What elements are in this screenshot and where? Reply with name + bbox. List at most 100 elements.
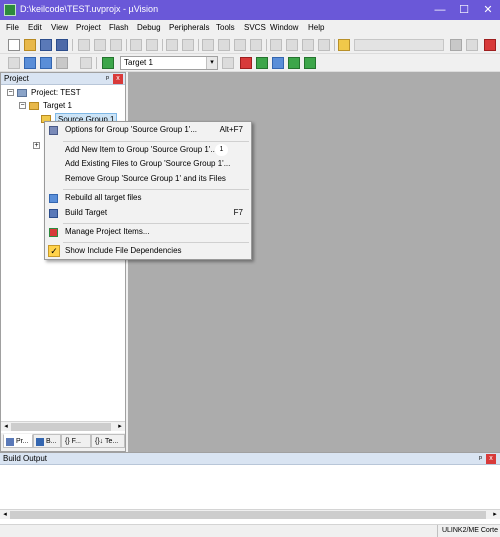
pack-installer-icon[interactable] [272, 57, 284, 69]
manage-components-icon[interactable] [240, 57, 252, 69]
menu-item-shortcut: F7 [233, 208, 243, 217]
debug-session-icon[interactable] [466, 39, 478, 51]
menu-item-manage-project-items[interactable]: Manage Project Items... [45, 225, 251, 239]
new-file-icon[interactable] [8, 39, 20, 51]
navigate-back-icon[interactable] [166, 39, 178, 51]
collapse-toggle-icon[interactable]: − [19, 102, 26, 109]
tab-functions[interactable]: {} F... [61, 434, 91, 448]
target-select[interactable]: Target 1 ▾ [120, 56, 218, 70]
books-tab-icon [36, 438, 44, 446]
open-file-icon[interactable] [24, 39, 36, 51]
batch-build-icon[interactable] [56, 57, 68, 69]
unindent-icon[interactable] [286, 39, 298, 51]
menu-project[interactable]: Project [76, 23, 101, 32]
menu-item-label: Remove Group 'Source Group 1' and its Fi… [65, 174, 226, 183]
clear-bookmarks-icon[interactable] [250, 39, 262, 51]
menu-debug[interactable]: Debug [137, 23, 161, 32]
cut-icon[interactable] [78, 39, 90, 51]
chevron-down-icon[interactable]: ▾ [206, 57, 217, 69]
menu-file[interactable]: File [6, 23, 19, 32]
menu-window[interactable]: Window [270, 23, 298, 32]
incremental-find-icon[interactable] [450, 39, 462, 51]
build-toolbar: Target 1 ▾ [0, 54, 500, 72]
window-title: D:\keilcode\TEST.uvprojx - µVision [20, 4, 159, 14]
stop-build-icon[interactable] [80, 57, 92, 69]
menu-item-add-new-item[interactable]: Add New Item to Group 'Source Group 1'..… [45, 143, 251, 157]
find-in-files-icon[interactable] [338, 39, 350, 51]
target-folder-icon [29, 102, 39, 110]
rebuild-icon[interactable] [40, 57, 52, 69]
close-pane-icon[interactable]: x [113, 74, 123, 84]
menu-item-label: Manage Project Items... [65, 227, 150, 236]
undo-icon[interactable] [130, 39, 142, 51]
save-icon[interactable] [40, 39, 52, 51]
menu-peripherals[interactable]: Peripherals [169, 23, 209, 32]
menu-view[interactable]: View [51, 23, 68, 32]
indent-icon[interactable] [270, 39, 282, 51]
tab-project[interactable]: Pr... [3, 434, 33, 448]
maximize-button[interactable]: ☐ [452, 0, 476, 20]
menu-item-add-existing-files[interactable]: Add Existing Files to Group 'Source Grou… [45, 157, 251, 171]
expand-toggle-icon[interactable]: + [33, 142, 40, 149]
menu-item-label: Add Existing Files to Group 'Source Grou… [65, 159, 231, 168]
close-window-button[interactable]: ✕ [476, 0, 500, 20]
find-combo[interactable] [354, 39, 444, 51]
save-all-icon[interactable] [56, 39, 68, 51]
menu-edit[interactable]: Edit [28, 23, 42, 32]
scroll-left-icon[interactable]: ◂ [0, 510, 10, 520]
manage-rte-icon[interactable] [304, 57, 316, 69]
project-hscrollbar[interactable]: ◂ ▸ [1, 421, 125, 431]
scroll-left-icon[interactable]: ◂ [1, 422, 11, 432]
menu-separator [63, 242, 249, 243]
menu-item-build-target[interactable]: Build Target F7 [45, 206, 251, 220]
paste-icon[interactable] [110, 39, 122, 51]
copy-icon[interactable] [94, 39, 106, 51]
build-output-hscrollbar[interactable]: ◂ ▸ [0, 509, 500, 519]
build-icon[interactable] [24, 57, 36, 69]
download-icon[interactable] [102, 57, 114, 69]
minimize-button[interactable]: — [428, 0, 452, 20]
build-icon [49, 209, 58, 218]
menu-help[interactable]: Help [308, 23, 324, 32]
toolbar-separator [72, 39, 73, 51]
tab-templates-label: {}↓ Te... [95, 438, 119, 445]
menu-item-remove-group[interactable]: Remove Group 'Source Group 1' and its Fi… [45, 172, 251, 186]
tab-templates[interactable]: {}↓ Te... [91, 434, 125, 448]
scroll-right-icon[interactable]: ▸ [115, 422, 125, 432]
tree-target-label: Target 1 [43, 101, 72, 110]
runtime-env-icon[interactable] [288, 57, 300, 69]
prev-bookmark-icon[interactable] [218, 39, 230, 51]
menu-item-show-include-deps[interactable]: ✓ Show Include File Dependencies [45, 244, 251, 258]
pin-icon[interactable]: ᵖ [479, 453, 482, 465]
menu-item-label: Rebuild all target files [65, 193, 142, 202]
status-bar: ULINK2/ME Corte [0, 524, 500, 537]
menu-svcs[interactable]: SVCS [244, 23, 266, 32]
navigate-forward-icon[interactable] [182, 39, 194, 51]
tab-books[interactable]: B... [33, 434, 61, 448]
toolbar-separator [162, 39, 163, 51]
comment-icon[interactable] [302, 39, 314, 51]
toolbar-separator [334, 39, 335, 51]
translate-icon[interactable] [8, 57, 20, 69]
redo-icon[interactable] [146, 39, 158, 51]
pin-icon[interactable]: ᵖ [106, 73, 109, 85]
scroll-thumb[interactable] [11, 423, 111, 431]
menu-item-rebuild-all[interactable]: Rebuild all target files [45, 191, 251, 205]
uncomment-icon[interactable] [318, 39, 330, 51]
menu-item-options-for-group[interactable]: Options for Group 'Source Group 1'... Al… [45, 123, 251, 137]
next-bookmark-icon[interactable] [234, 39, 246, 51]
collapse-toggle-icon[interactable]: − [7, 89, 14, 96]
title-bar: D:\keilcode\TEST.uvprojx - µVision — ☐ ✕ [0, 0, 500, 20]
start-debug-icon[interactable] [484, 39, 496, 51]
menu-tools[interactable]: Tools [216, 23, 235, 32]
tree-root-label: Project: TEST [31, 88, 81, 97]
annotation-badge: 1 [215, 144, 228, 156]
bookmark-icon[interactable] [202, 39, 214, 51]
options-for-target-icon[interactable] [222, 57, 234, 69]
close-pane-icon[interactable]: x [486, 454, 496, 464]
menu-flash[interactable]: Flash [109, 23, 129, 32]
select-packs-icon[interactable] [256, 57, 268, 69]
project-pane-header: Project ᵖ x [1, 73, 125, 85]
scroll-thumb[interactable] [10, 511, 486, 519]
scroll-right-icon[interactable]: ▸ [490, 510, 500, 520]
